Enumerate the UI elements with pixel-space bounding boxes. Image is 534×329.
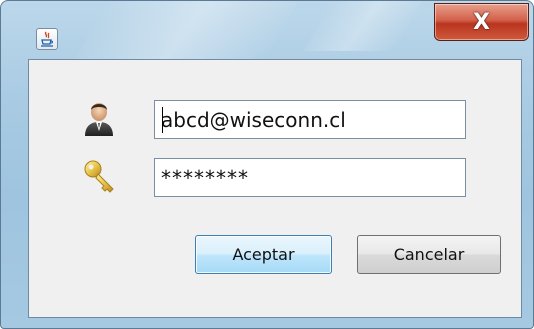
login-dialog-window: X abcd@wiseconn.cl ******** Aceptar Canc…: [0, 0, 534, 329]
close-button[interactable]: X: [434, 3, 529, 41]
email-field[interactable]: [154, 100, 466, 139]
cancel-button[interactable]: Cancelar: [357, 235, 501, 274]
login-panel: Aceptar Cancelar: [28, 59, 522, 318]
java-cup-icon[interactable]: [36, 28, 58, 50]
user-icon: [81, 98, 117, 142]
close-icon: X: [473, 9, 490, 35]
password-field[interactable]: [154, 158, 466, 197]
cancel-button-label: Cancelar: [393, 245, 465, 264]
title-bar[interactable]: X: [1, 1, 533, 50]
text-cursor: [162, 107, 163, 133]
accept-button-label: Aceptar: [232, 245, 295, 264]
accept-button[interactable]: Aceptar: [195, 235, 332, 274]
key-icon: [81, 158, 121, 202]
